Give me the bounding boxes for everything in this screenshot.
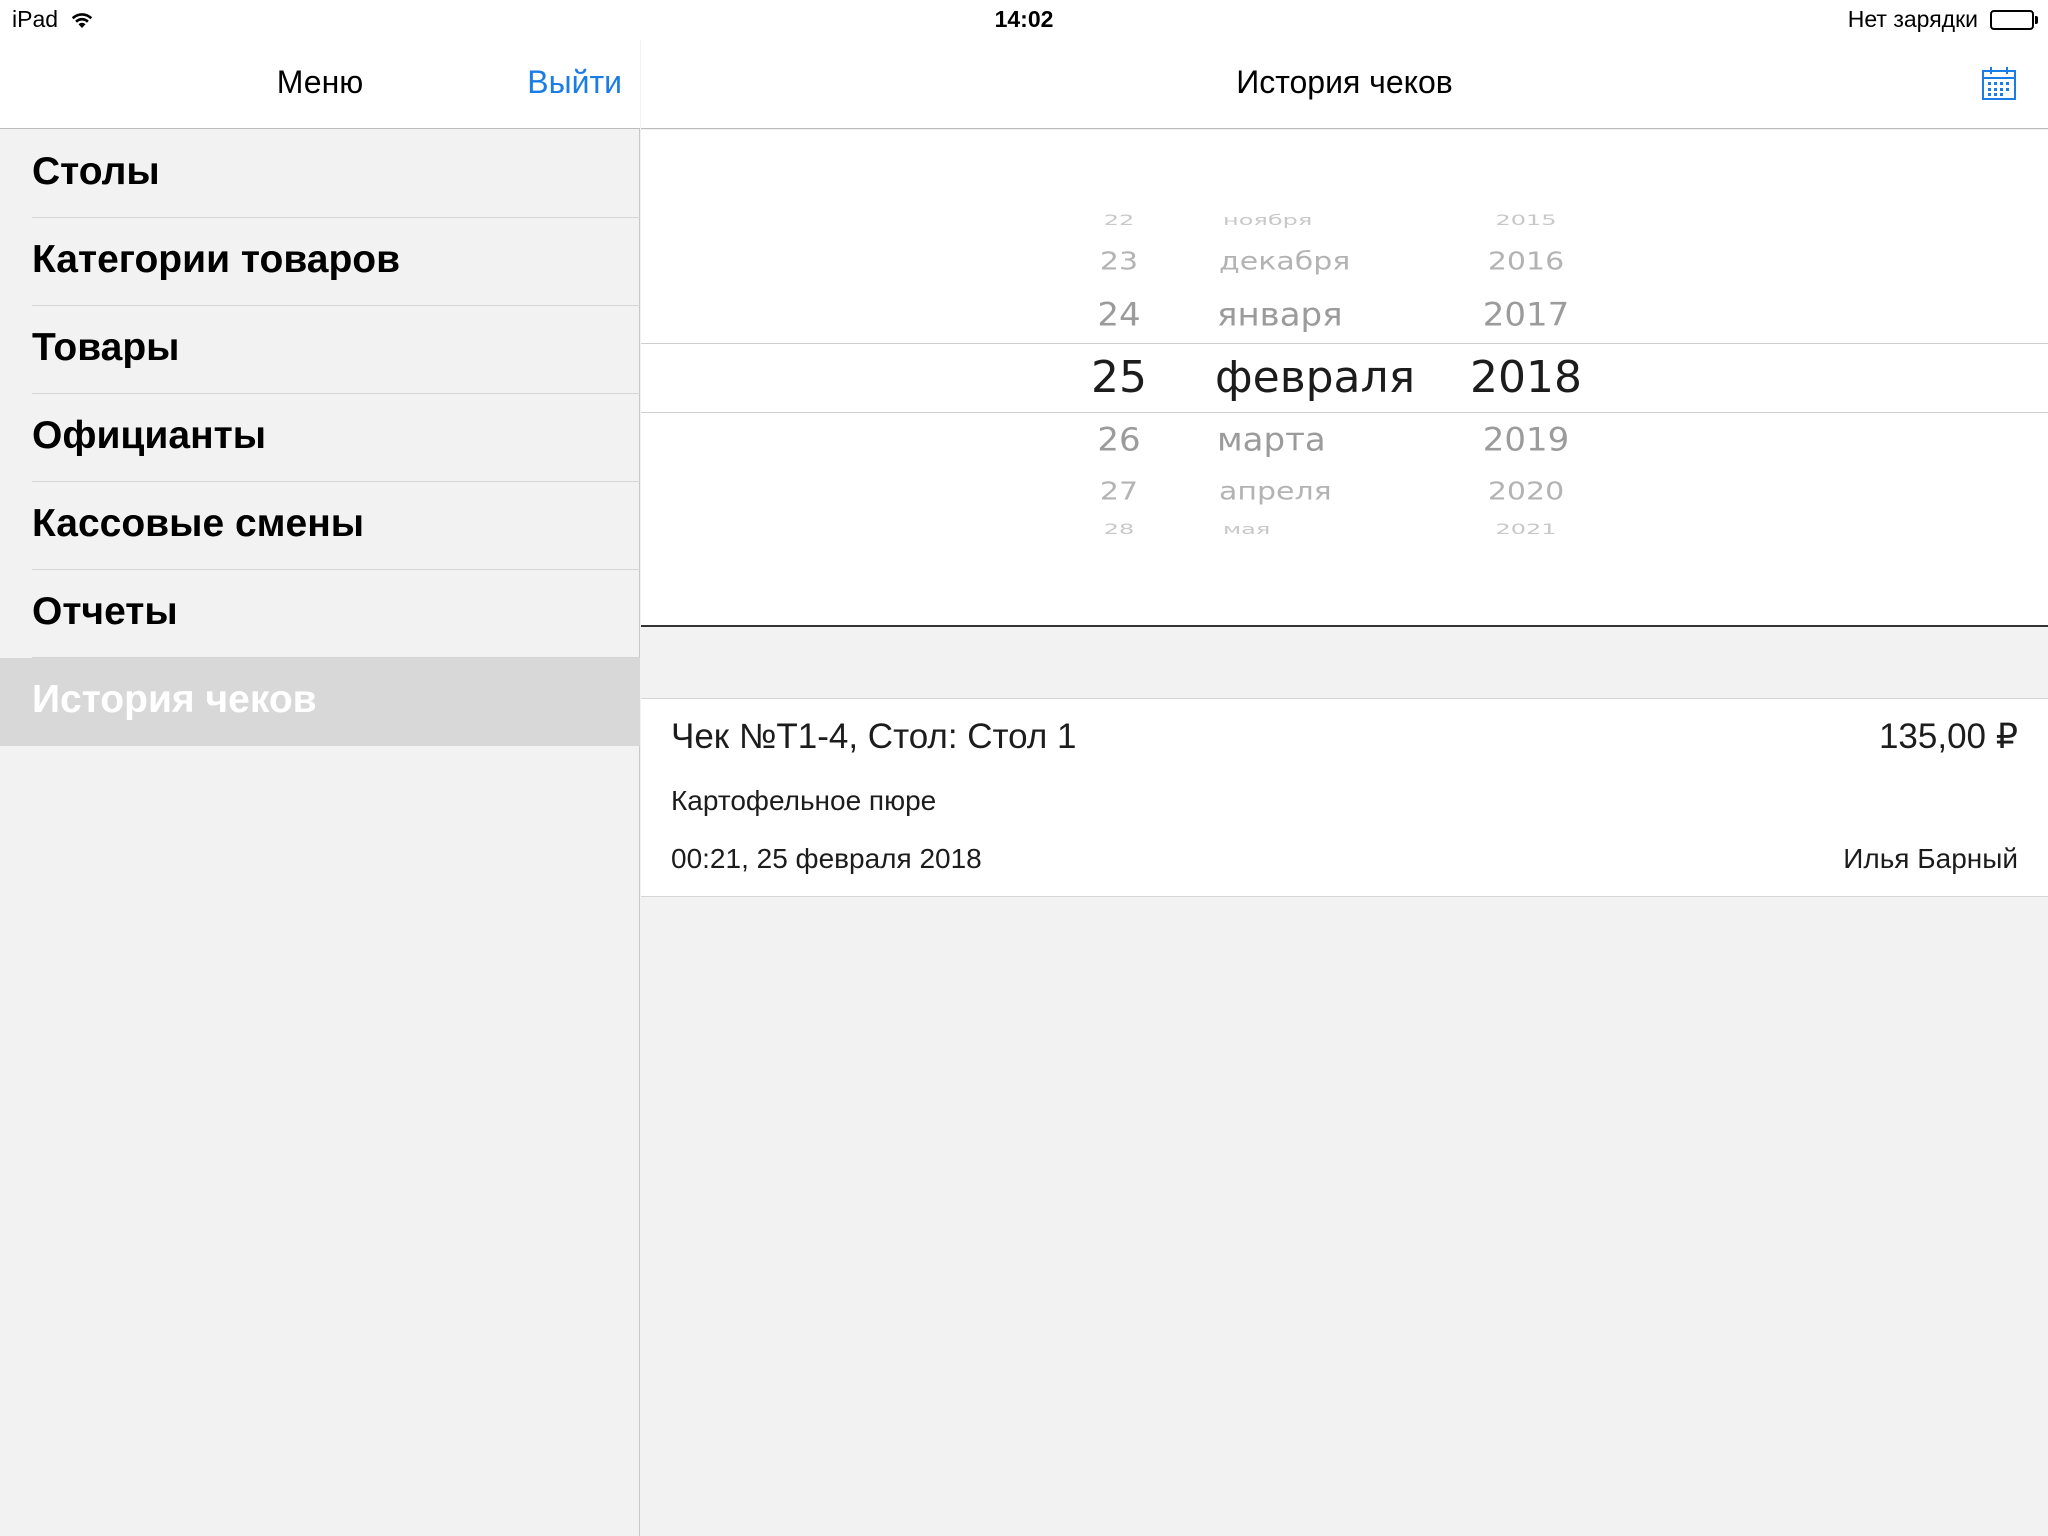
menu-item-label: Отчеты xyxy=(32,590,178,633)
menu-item-waiters[interactable]: Официанты xyxy=(0,394,640,482)
menu-item-categories[interactable]: Категории товаров xyxy=(0,218,640,306)
receipt-items: Картофельное пюре xyxy=(671,785,937,816)
menu-item-label: Категории товаров xyxy=(32,238,401,281)
picker-year-option[interactable]: 2017 xyxy=(1456,296,1596,334)
picker-day-option[interactable]: 22 xyxy=(1059,212,1179,229)
receipt-amount: 135,00 ₽ xyxy=(1878,717,2018,756)
menu-item-label: Официанты xyxy=(32,414,267,457)
picker-day-option[interactable]: 28 xyxy=(1059,521,1179,538)
picker-month-option[interactable]: ноября xyxy=(1223,212,1312,229)
receipt-waiter: Илья Барный xyxy=(1843,843,2018,874)
menu-item-label: История чеков xyxy=(32,678,317,721)
charging-status: Нет зарядки xyxy=(1847,6,1978,32)
menu-item-label: Кассовые смены xyxy=(32,502,365,545)
menu-item-receipt-history[interactable]: История чеков xyxy=(0,658,640,746)
picker-month-option[interactable]: декабря xyxy=(1219,247,1350,276)
picker-year-option[interactable]: 2015 xyxy=(1456,212,1596,229)
menu-item-reports[interactable]: Отчеты xyxy=(0,570,640,658)
logout-button[interactable]: Выйти xyxy=(527,64,622,101)
receipt-title: Чек №Т1-4, Стол: Стол 1 xyxy=(671,717,1077,756)
picker-day-selected[interactable]: 25 xyxy=(1059,352,1179,403)
menu-item-cash-shifts[interactable]: Кассовые смены xyxy=(0,482,640,570)
picker-month-selected[interactable]: февраля xyxy=(1215,352,1415,403)
date-picker[interactable]: 22 23 24 25 26 27 28 ноября декабря янва… xyxy=(641,130,2048,627)
picker-year-option[interactable]: 2020 xyxy=(1456,477,1596,506)
battery-icon xyxy=(1990,9,2038,30)
picker-year-option[interactable]: 2019 xyxy=(1456,421,1596,459)
picker-month-option[interactable]: марта xyxy=(1217,421,1326,459)
receipt-card[interactable]: Чек №Т1-4, Стол: Стол 1 135,00 ₽ Картофе… xyxy=(641,698,2048,897)
picker-year-selected[interactable]: 2018 xyxy=(1456,352,1596,403)
main-nav-bar: История чеков xyxy=(641,40,2048,129)
menu-item-products[interactable]: Товары xyxy=(0,306,640,394)
main-panel: История чеков 22 23 24 25 26 27 28 ноябр… xyxy=(641,0,2048,1536)
picker-month-option[interactable]: апреля xyxy=(1219,477,1332,506)
menu-item-label: Столы xyxy=(32,150,160,193)
page-title: История чеков xyxy=(1236,64,1453,100)
status-right: Нет зарядки xyxy=(1848,6,2038,33)
status-time: 14:02 xyxy=(994,6,1054,32)
picker-month-option[interactable]: мая xyxy=(1223,521,1270,538)
picker-day-option[interactable]: 27 xyxy=(1059,477,1179,506)
picker-day-option[interactable]: 26 xyxy=(1059,421,1179,459)
status-bar: iPad 14:02 Нет зарядки xyxy=(0,0,2048,40)
menu-list: Столы Категории товаров Товары Официанты… xyxy=(0,130,640,746)
calendar-icon[interactable] xyxy=(1980,64,2018,102)
menu-item-tables[interactable]: Столы xyxy=(0,130,640,218)
picker-year-option[interactable]: 2021 xyxy=(1456,521,1596,538)
sidebar: Меню Выйти Столы Категории товаров Товар… xyxy=(0,0,640,1536)
receipt-datetime: 00:21, 25 февраля 2018 xyxy=(671,843,982,874)
menu-item-label: Товары xyxy=(32,326,180,369)
picker-year-option[interactable]: 2016 xyxy=(1456,247,1596,276)
picker-month-option[interactable]: января xyxy=(1217,296,1343,334)
picker-day-option[interactable]: 24 xyxy=(1059,296,1179,334)
picker-day-option[interactable]: 23 xyxy=(1059,247,1179,276)
sidebar-nav-bar: Меню Выйти xyxy=(0,40,640,129)
